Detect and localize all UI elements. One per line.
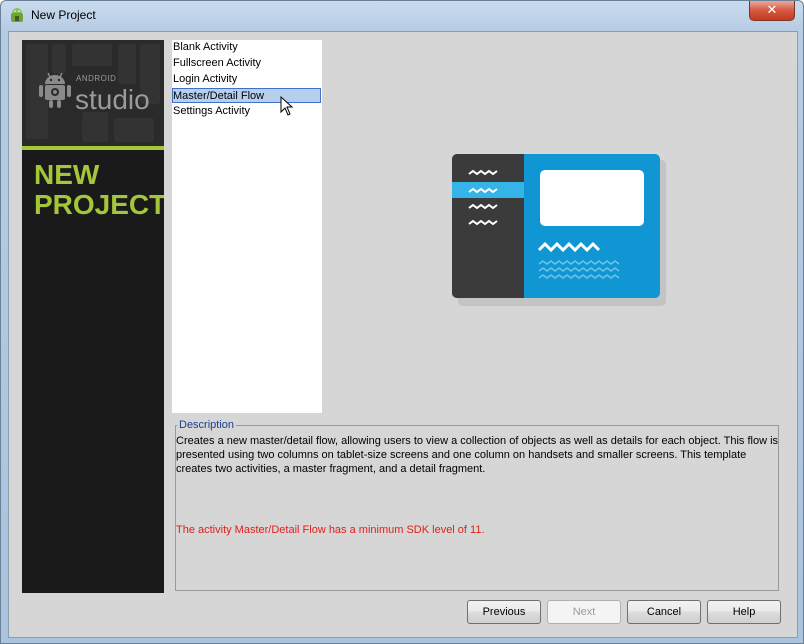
template-item-fullscreen-activity[interactable]: Fullscreen Activity bbox=[172, 56, 322, 71]
description-text: Creates a new master/detail flow, allowi… bbox=[176, 435, 779, 475]
previous-button[interactable]: Previous bbox=[467, 600, 541, 624]
branding-panel: ANDROID studio NEW PROJECT bbox=[22, 40, 164, 593]
window-title: New Project bbox=[31, 8, 96, 22]
template-item-blank-activity[interactable]: Blank Activity bbox=[172, 40, 322, 55]
cancel-button[interactable]: Cancel bbox=[627, 600, 701, 624]
new-project-heading: NEW PROJECT bbox=[34, 160, 164, 220]
template-item-master-detail-flow[interactable]: Master/Detail Flow bbox=[172, 88, 321, 103]
new-project-window: New Project ✕ ANDROID studio NEW PROJECT… bbox=[0, 0, 804, 644]
close-icon: ✕ bbox=[766, 2, 778, 17]
description-legend: Description bbox=[177, 419, 237, 431]
branding-header: ANDROID studio bbox=[22, 40, 164, 146]
next-button[interactable]: Next bbox=[547, 600, 621, 624]
heading-line-2: PROJECT bbox=[34, 189, 164, 220]
accent-divider bbox=[22, 146, 164, 150]
title-bar[interactable]: New Project ✕ bbox=[1, 1, 803, 31]
heading-line-1: NEW bbox=[34, 159, 100, 190]
help-button[interactable]: Help bbox=[707, 600, 781, 624]
studio-wordmark: studio bbox=[75, 84, 150, 115]
master-detail-preview-illustration bbox=[452, 154, 666, 306]
sdk-warning-text: The activity Master/Detail Flow has a mi… bbox=[176, 524, 485, 536]
android-studio-icon bbox=[11, 8, 23, 22]
template-item-login-activity[interactable]: Login Activity bbox=[172, 72, 322, 87]
close-button[interactable]: ✕ bbox=[749, 1, 795, 21]
template-list[interactable]: Blank Activity Fullscreen Activity Login… bbox=[172, 40, 322, 413]
mouse-cursor-icon bbox=[280, 96, 294, 116]
android-wordmark: ANDROID bbox=[76, 74, 117, 83]
dialog-body: ANDROID studio NEW PROJECT Blank Activit… bbox=[8, 31, 798, 638]
android-robot-icon bbox=[39, 72, 71, 108]
template-item-settings-activity[interactable]: Settings Activity bbox=[172, 104, 322, 119]
